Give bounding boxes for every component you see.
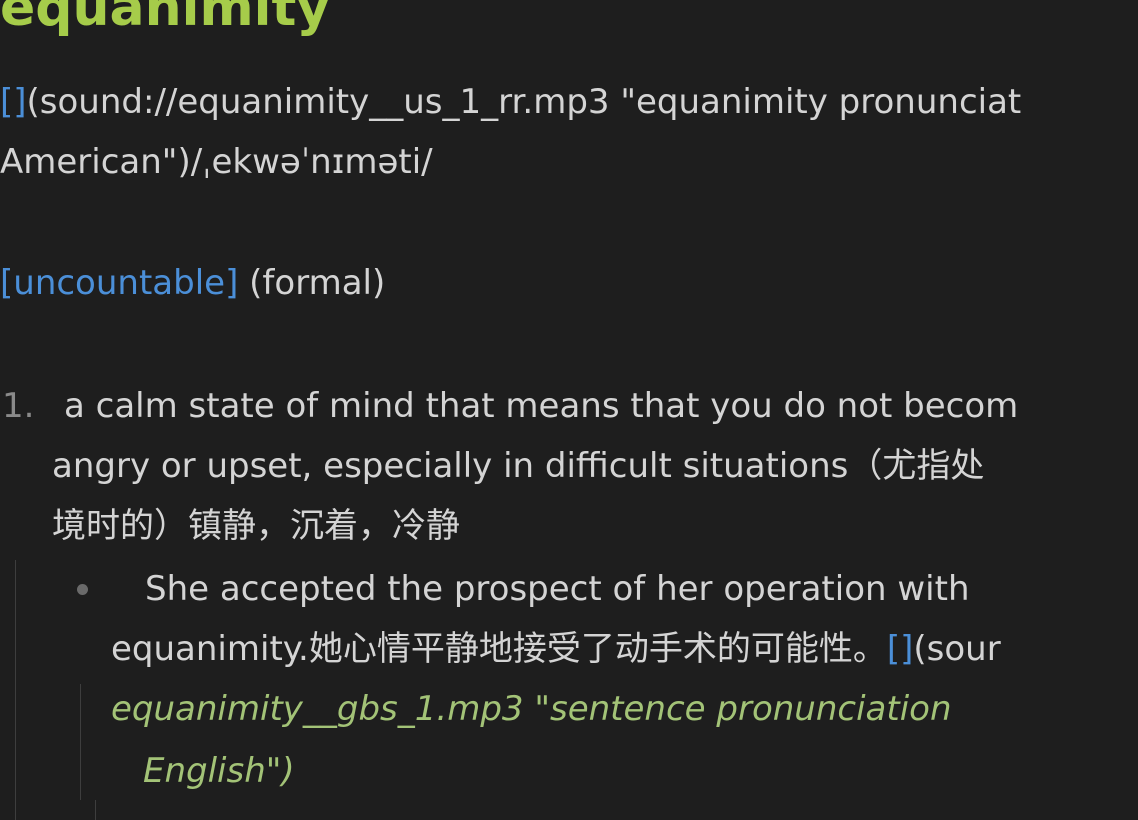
example-sound-link-brackets[interactable]: [] <box>887 629 914 669</box>
pronunciation-line-2: American")/ˌekwəˈnɪməti/ <box>0 142 433 182</box>
example-sound-url-line: equanimity__gbs_1.mp3 "sentence pronunci… <box>111 689 952 729</box>
sound-link-url: (sound://equanimity__us_1_rr.mp3 "equani… <box>26 82 1022 122</box>
grammar-tag-link[interactable]: [uncountable] <box>0 263 238 303</box>
example-bullet-icon <box>77 584 88 595</box>
example-sound-link-start: (sour <box>913 629 1001 669</box>
indent-guide-3 <box>95 800 96 820</box>
definition-number: 1. <box>2 386 35 426</box>
example-sentence-text: equanimity.她心情平静地接受了动手术的可能性。 <box>111 629 887 669</box>
register-label: (formal) <box>249 263 386 303</box>
example-line-2: equanimity.她心情平静地接受了动手术的可能性。[](sour <box>111 629 1001 669</box>
entry-headword: equanimity <box>0 0 331 38</box>
indent-guide-2 <box>80 684 81 800</box>
indent-guide-1 <box>15 560 16 820</box>
example-sound-title-line: English") <box>143 751 295 791</box>
definition-line-2: angry or upset, especially in difficult … <box>52 446 985 486</box>
definition-line-3: 境时的）镇静，沉着，冷静 <box>52 506 460 546</box>
definition-line-1: a calm state of mind that means that you… <box>64 386 1019 426</box>
example-line-1: She accepted the prospect of her operati… <box>145 569 970 609</box>
sound-link-brackets[interactable]: [] <box>0 82 27 122</box>
pronunciation-line-1: [](sound://equanimity__us_1_rr.mp3 "equa… <box>0 82 1021 122</box>
grammar-line: [uncountable] (formal) <box>0 263 385 303</box>
